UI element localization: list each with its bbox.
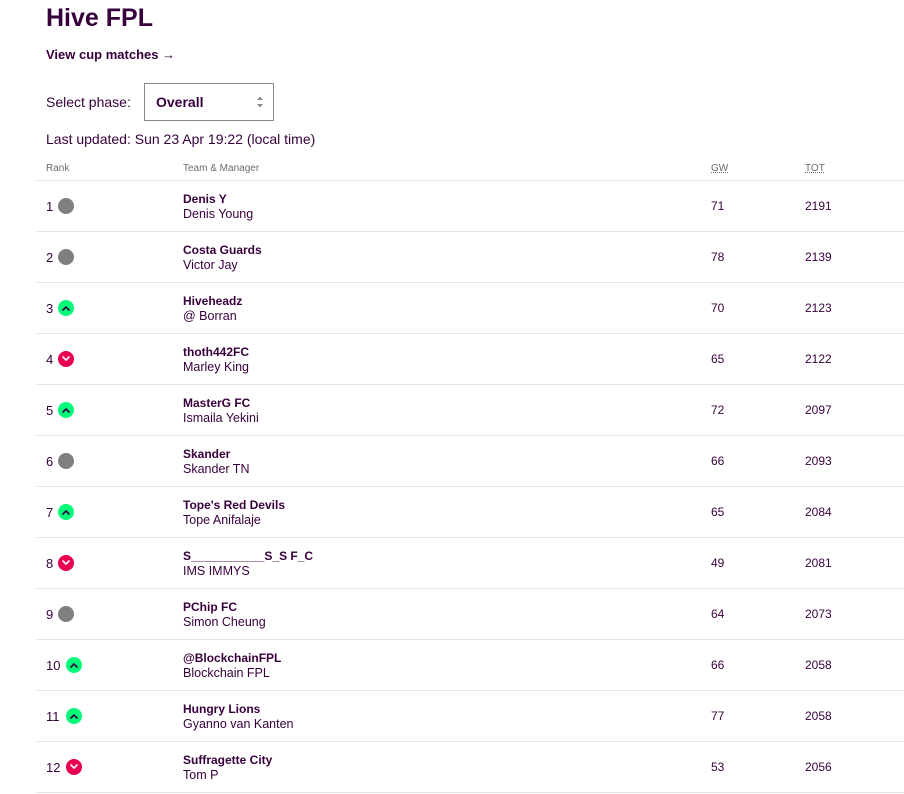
rank-number: 11 (46, 709, 60, 724)
select-arrows-icon (257, 96, 263, 108)
gameweek-points: 66 (711, 658, 725, 672)
last-updated: Last updated: Sun 23 Apr 19:22 (local ti… (46, 131, 316, 147)
team-name-link[interactable]: PChip FC (183, 600, 237, 614)
manager-name: Gyanno van Kanten (183, 717, 294, 731)
gameweek-points: 70 (711, 301, 725, 315)
table-row: 2 Costa Guards Victor Jay 78 2139 (36, 232, 904, 283)
standings-table: 1 Denis Y Denis Young 71 2191 2 Costa Guards Vi… (36, 181, 904, 793)
column-team-manager: Team & Manager (183, 163, 260, 174)
rank-number: 9 (46, 607, 54, 622)
table-row: 7 Tope's Red Devils Tope Anifalaje 65 2084 (36, 487, 904, 538)
gameweek-points: 78 (711, 250, 725, 264)
gameweek-points: 49 (711, 556, 725, 570)
rank-number: 10 (46, 658, 61, 673)
manager-name: Ismaila Yekini (183, 411, 259, 425)
total-points: 2058 (805, 658, 832, 672)
rank-number: 12 (46, 760, 61, 775)
table-row: 3 Hiveheadz @ Borran 70 2123 (36, 283, 904, 334)
rank-number: 4 (46, 352, 54, 367)
gameweek-points: 65 (711, 352, 725, 366)
total-points: 2056 (805, 760, 832, 774)
team-name-link[interactable]: @BlockchainFPL (183, 651, 281, 665)
total-points: 2097 (805, 403, 832, 417)
table-row: 12 Suffragette City Tom P 53 2056 (36, 742, 904, 793)
rank-down-icon (58, 555, 74, 571)
team-name-link[interactable]: Hiveheadz (183, 294, 242, 308)
rank-up-icon (58, 504, 74, 520)
table-row: 5 MasterG FC Ismaila Yekini 72 2097 (36, 385, 904, 436)
table-row: 9 PChip FC Simon Cheung 64 2073 (36, 589, 904, 640)
rank-down-icon (58, 351, 74, 367)
table-row: 11 Hungry Lions Gyanno van Kanten 77 2058 (36, 691, 904, 742)
rank-same-icon (58, 453, 74, 469)
team-name-link[interactable]: Skander (183, 447, 230, 461)
gameweek-points: 71 (711, 199, 725, 213)
manager-name: Skander TN (183, 462, 250, 476)
total-points: 2081 (805, 556, 832, 570)
table-row: 8 S___________S_S F_C IMS IMMYS 49 2081 (36, 538, 904, 589)
view-cup-matches-link[interactable]: View cup matches → (46, 47, 175, 62)
rank-up-icon (66, 657, 82, 673)
table-row: 10 @BlockchainFPL Blockchain FPL 66 2058 (36, 640, 904, 691)
gameweek-points: 66 (711, 454, 725, 468)
manager-name: @ Borran (183, 309, 237, 323)
rank-number: 2 (46, 250, 54, 265)
table-header: Rank Team & Manager GW TOT (36, 160, 904, 181)
rank-same-icon (58, 198, 74, 214)
gameweek-points: 77 (711, 709, 725, 723)
gameweek-points: 72 (711, 403, 725, 417)
rank-up-icon (58, 300, 74, 316)
rank-down-icon (66, 759, 82, 775)
rank-same-icon (58, 249, 74, 265)
manager-name: Denis Young (183, 207, 254, 221)
total-points: 2191 (805, 199, 832, 213)
manager-name: Blockchain FPL (183, 666, 270, 680)
total-points: 2122 (805, 352, 832, 366)
gameweek-points: 65 (711, 505, 725, 519)
team-name-link[interactable]: Suffragette City (183, 753, 272, 767)
total-points: 2073 (805, 607, 832, 621)
team-name-link[interactable]: MasterG FC (183, 396, 250, 410)
phase-select-value: Overall (156, 94, 204, 110)
rank-up-icon (58, 402, 74, 418)
gameweek-points: 53 (711, 760, 725, 774)
rank-number: 6 (46, 454, 54, 469)
manager-name: Tom P (183, 768, 219, 782)
table-row: 1 Denis Y Denis Young 71 2191 (36, 181, 904, 232)
rank-up-icon (66, 708, 82, 724)
total-points: 2093 (805, 454, 832, 468)
total-points: 2058 (805, 709, 832, 723)
phase-label: Select phase: (46, 94, 131, 110)
rank-number: 5 (46, 403, 54, 418)
manager-name: Victor Jay (183, 258, 238, 272)
manager-name: Marley King (183, 360, 249, 374)
manager-name: Simon Cheung (183, 615, 266, 629)
page-title: Hive FPL (46, 4, 153, 32)
rank-number: 8 (46, 556, 54, 571)
total-points: 2139 (805, 250, 832, 264)
team-name-link[interactable]: S___________S_S F_C (183, 549, 313, 563)
team-name-link[interactable]: Costa Guards (183, 243, 262, 257)
column-rank: Rank (46, 163, 70, 174)
total-points: 2123 (805, 301, 832, 315)
rank-number: 3 (46, 301, 54, 316)
manager-name: IMS IMMYS (183, 564, 250, 578)
gameweek-points: 64 (711, 607, 725, 621)
phase-select[interactable]: Overall (144, 83, 274, 121)
team-name-link[interactable]: thoth442FC (183, 345, 249, 359)
team-name-link[interactable]: Hungry Lions (183, 702, 260, 716)
column-tot[interactable]: TOT (805, 163, 825, 174)
team-name-link[interactable]: Tope's Red Devils (183, 498, 285, 512)
rank-number: 7 (46, 505, 54, 520)
rank-same-icon (58, 606, 74, 622)
table-row: 6 Skander Skander TN 66 2093 (36, 436, 904, 487)
total-points: 2084 (805, 505, 832, 519)
column-gw[interactable]: GW (711, 163, 728, 174)
manager-name: Tope Anifalaje (183, 513, 261, 527)
rank-number: 1 (46, 199, 54, 214)
team-name-link[interactable]: Denis Y (183, 192, 227, 206)
table-row: 4 thoth442FC Marley King 65 2122 (36, 334, 904, 385)
